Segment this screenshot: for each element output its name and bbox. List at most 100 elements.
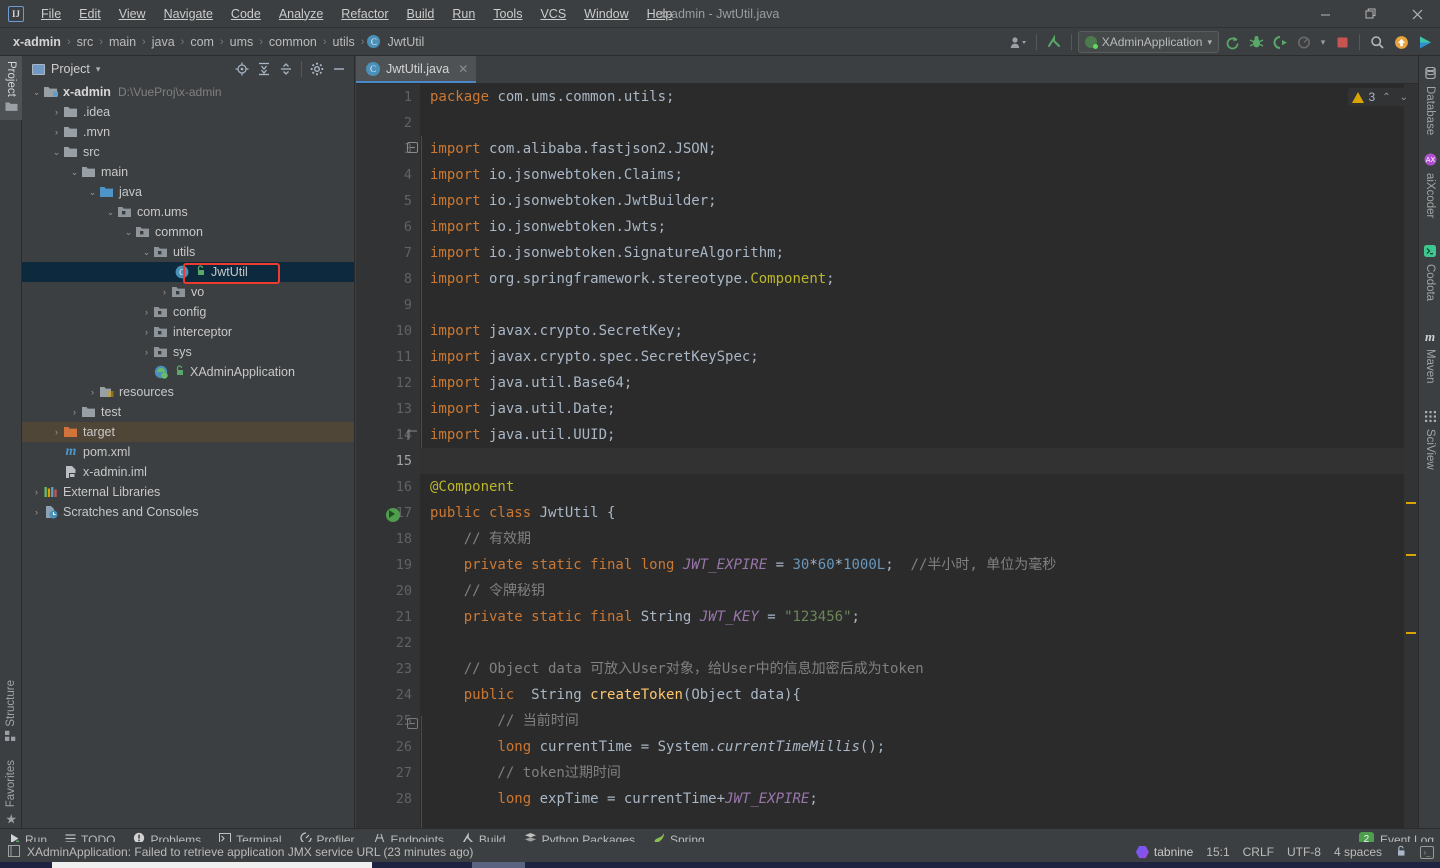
settings-gear-icon[interactable]	[306, 58, 328, 80]
sidebar-item-structure[interactable]: Structure	[0, 675, 22, 750]
code-text-column[interactable]: package com.ums.common.utils; import com…	[420, 84, 1418, 832]
inspection-widget[interactable]: 3 ⌃ ⌄	[1347, 88, 1414, 106]
sidebar-item-aixcoder[interactable]: AX aiXcoder	[1419, 148, 1440, 223]
tree-row-main[interactable]: ⌄ main	[22, 162, 354, 182]
stop-icon[interactable]	[1331, 31, 1353, 53]
menu-edit[interactable]: Edit	[70, 3, 110, 25]
chevron-right-icon[interactable]: ›	[50, 127, 63, 137]
run-coverage-icon[interactable]	[1269, 31, 1291, 53]
tree-row-vo[interactable]: › vo	[22, 282, 354, 302]
tree-row-target[interactable]: › target	[22, 422, 354, 442]
tabnine-widget[interactable]: tabnine	[1135, 845, 1193, 859]
tree-row-x-admin-iml[interactable]: x-admin.iml	[22, 462, 354, 482]
warning-stripe-mark[interactable]	[1406, 502, 1416, 504]
menu-build[interactable]: Build	[398, 3, 444, 25]
expand-all-icon[interactable]	[253, 58, 275, 80]
play-plugin-icon[interactable]	[1414, 31, 1436, 53]
chevron-down-icon[interactable]: ⌄	[30, 87, 43, 98]
update-arrow-icon[interactable]	[1043, 31, 1065, 53]
chevron-right-icon[interactable]: ›	[50, 427, 63, 437]
breadcrumb-item-java[interactable]: java	[149, 33, 178, 51]
status-message-area[interactable]: XAdminApplication: Failed to retrieve ap…	[0, 844, 473, 860]
tree-row-mvn[interactable]: › .mvn	[22, 122, 354, 142]
collapse-all-icon[interactable]	[275, 58, 297, 80]
indent-setting[interactable]: 4 spaces	[1334, 845, 1382, 859]
chevron-right-icon[interactable]: ›	[140, 327, 153, 337]
close-button[interactable]	[1394, 0, 1440, 28]
chevron-right-icon[interactable]: ›	[140, 347, 153, 357]
tree-row-common[interactable]: ⌄ common	[22, 222, 354, 242]
lock-icon[interactable]	[1395, 845, 1407, 860]
breadcrumb-item-file[interactable]: JwtUtil	[384, 33, 427, 51]
menu-view[interactable]: View	[110, 3, 155, 25]
tree-row-resources[interactable]: › resources	[22, 382, 354, 402]
tree-row-test[interactable]: › test	[22, 402, 354, 422]
breadcrumb-item-utils[interactable]: utils	[330, 33, 358, 51]
tree-row-pom-xml[interactable]: m pom.xml	[22, 442, 354, 462]
sidebar-item-codota[interactable]: Codota	[1419, 240, 1440, 306]
error-stripe-scrollbar[interactable]	[1404, 84, 1418, 832]
menu-run[interactable]: Run	[443, 3, 484, 25]
tree-row-x-admin[interactable]: ⌄ x-admin D:\VueProj\x-admin	[22, 82, 354, 102]
tree-row-sys[interactable]: › sys	[22, 342, 354, 362]
run-configuration-selector[interactable]: XAdminApplication ▾	[1077, 31, 1219, 53]
hide-panel-icon[interactable]	[328, 58, 350, 80]
profile-icon[interactable]	[1293, 31, 1315, 53]
sidebar-item-database[interactable]: Database	[1419, 62, 1440, 140]
maximize-button[interactable]	[1348, 0, 1394, 28]
chevron-right-icon[interactable]: ›	[50, 107, 63, 117]
chevron-down-icon[interactable]: ⌄	[122, 227, 135, 238]
chevron-right-icon[interactable]: ›	[30, 507, 43, 517]
chevron-down-icon[interactable]: ⌄	[104, 207, 117, 218]
user-settings-icon[interactable]	[1008, 31, 1030, 53]
breadcrumb-item-common[interactable]: common	[266, 33, 320, 51]
fold-end-icon[interactable]	[407, 430, 418, 441]
tree-row-scratches-and-consoles[interactable]: › Scratches and Consoles	[22, 502, 354, 522]
caret-position[interactable]: 15:1	[1206, 845, 1229, 859]
close-icon[interactable]: ✕	[458, 62, 468, 76]
breadcrumb-item-com[interactable]: com	[187, 33, 217, 51]
tree-row-config[interactable]: › config	[22, 302, 354, 322]
next-problem-icon[interactable]: ⌄	[1398, 92, 1410, 103]
locate-icon[interactable]	[231, 58, 253, 80]
menu-tools[interactable]: Tools	[484, 3, 531, 25]
tree-row-interceptor[interactable]: › interceptor	[22, 322, 354, 342]
warning-stripe-mark[interactable]	[1406, 632, 1416, 634]
menu-help[interactable]: Help	[638, 3, 682, 25]
tree-row-com-ums[interactable]: ⌄ com.ums	[22, 202, 354, 222]
update-badge-icon[interactable]	[1390, 31, 1412, 53]
search-icon[interactable]	[1366, 31, 1388, 53]
editor-gutter[interactable]: 1 2 3 4 5 6 7 8 9 10 11 12 13 14 15 16 1…	[356, 84, 420, 832]
menu-code[interactable]: Code	[222, 3, 270, 25]
fold-collapse-icon[interactable]	[407, 718, 418, 729]
tree-row-src[interactable]: ⌄ src	[22, 142, 354, 162]
sidebar-item-sciview[interactable]: SciView	[1419, 406, 1440, 475]
previous-problem-icon[interactable]: ⌃	[1380, 92, 1392, 103]
editor-tab-jwtutil-java[interactable]: C JwtUtil.java ✕	[356, 56, 477, 83]
tree-row-java[interactable]: ⌄ java	[22, 182, 354, 202]
tree-row-jwtutil[interactable]: C JwtUtil	[22, 262, 354, 282]
minimize-button[interactable]	[1302, 0, 1348, 28]
breadcrumb-item-src[interactable]: src	[74, 33, 97, 51]
tree-row-external-libraries[interactable]: › External Libraries	[22, 482, 354, 502]
warning-stripe-mark[interactable]	[1406, 554, 1416, 556]
menu-analyze[interactable]: Analyze	[270, 3, 332, 25]
tree-row-xadminapplication[interactable]: XAdminApplication	[22, 362, 354, 382]
run-class-gutter-icon[interactable]	[386, 508, 400, 522]
chevron-right-icon[interactable]: ›	[68, 407, 81, 417]
chevron-down-icon[interactable]: ⌄	[50, 147, 63, 158]
sidebar-item-maven[interactable]: m Maven	[1419, 324, 1440, 389]
line-separator[interactable]: CRLF	[1243, 845, 1274, 859]
breadcrumb-item-main[interactable]: main	[106, 33, 139, 51]
menu-file[interactable]: File	[32, 3, 70, 25]
chevron-down-icon[interactable]: ⌄	[86, 187, 99, 198]
breadcrumb-item-ums[interactable]: ums	[227, 33, 257, 51]
rerun-icon[interactable]	[1221, 31, 1243, 53]
chevron-right-icon[interactable]: ›	[86, 387, 99, 397]
debug-icon[interactable]	[1245, 31, 1267, 53]
tree-row-idea[interactable]: › .idea	[22, 102, 354, 122]
fold-collapse-icon[interactable]	[407, 142, 418, 153]
chevron-right-icon[interactable]: ›	[140, 307, 153, 317]
sidebar-item-project[interactable]: Project	[0, 56, 22, 120]
menu-refactor[interactable]: Refactor	[332, 3, 397, 25]
